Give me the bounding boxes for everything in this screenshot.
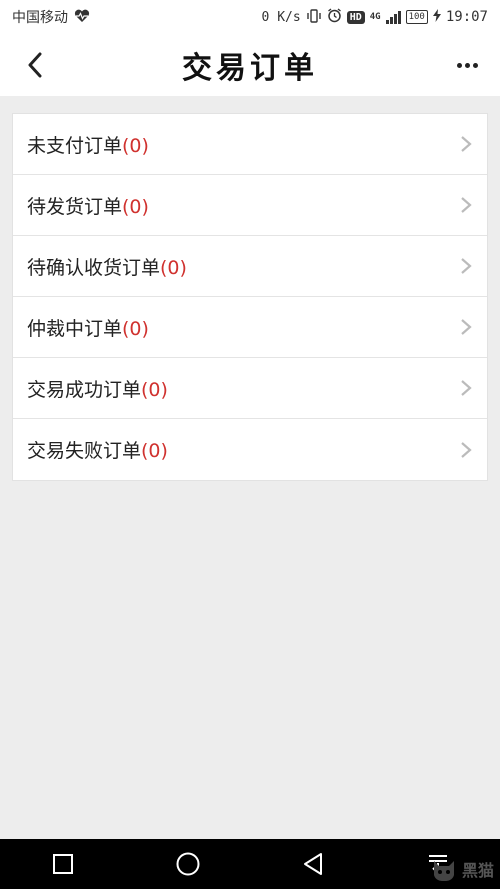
watermark-text: 黑猫 [461,861,494,880]
menu-item-failed[interactable]: 交易失败订单(0) [13,419,487,480]
chevron-left-icon [28,52,42,78]
heartbeat-icon [74,9,90,26]
menu-item-count: (0) [160,256,187,279]
menu-item-count: (0) [141,378,168,401]
more-button[interactable] [452,52,482,78]
order-menu-list: 未支付订单(0) 待发货订单(0) 待确认收货订单(0) 仲裁中订单(0) 交易… [12,113,488,481]
alarm-icon [327,8,342,26]
menu-item-count: (0) [141,440,168,462]
carrier-name: 中国移动 [12,10,68,26]
more-dot-icon [472,62,478,68]
chevron-right-icon [461,197,472,213]
menu-item-label: 交易成功订单 [27,378,142,401]
menu-item-text: 待确认收货订单(0) [27,253,187,280]
circle-home-icon [176,852,199,876]
chevron-right-icon [461,380,472,396]
menu-item-text: 交易失败订单(0) [27,436,168,463]
back-nav-button[interactable] [293,844,333,884]
chevron-right-icon [461,136,472,152]
menu-item-text: 交易成功订单(0) [27,375,168,402]
watermark: 黑猫 [430,855,494,883]
more-dot-icon [464,62,470,68]
menu-item-awaiting-receipt[interactable]: 待确认收货订单(0) [13,236,487,297]
menu-item-count: (0) [122,317,149,340]
more-dot-icon [456,62,462,68]
hd-badge: HD [346,10,365,24]
network-type: 4G [369,12,381,22]
charging-icon [432,9,441,25]
status-left: 中国移动 [12,7,90,27]
menu-item-count: (0) [122,195,149,218]
square-recents-icon [52,854,73,874]
menu-item-text: 仲裁中订单(0) [27,314,149,341]
net-speed: 0 K/s [261,9,301,25]
menu-item-successful[interactable]: 交易成功订单(0) [13,358,487,419]
menu-item-text: 未支付订单(0) [27,131,149,158]
menu-item-count: (0) [122,134,149,157]
menu-item-label: 待确认收货订单 [27,256,161,279]
menu-item-unpaid[interactable]: 未支付订单(0) [13,114,487,175]
back-button[interactable] [18,48,52,82]
page-title: 交易订单 [182,51,318,86]
recents-button[interactable] [43,844,83,884]
status-right: 0 K/s HD 4G 100 19:07 [262,8,488,26]
system-nav-bar [0,839,500,889]
menu-item-text: 待发货订单(0) [27,192,149,219]
menu-item-in-arbitration[interactable]: 仲裁中订单(0) [13,297,487,358]
header: 交易订单 [0,34,500,96]
chevron-right-icon [461,441,472,458]
chevron-right-icon [461,319,472,335]
cat-logo-icon [433,861,454,882]
menu-item-label: 未支付订单 [27,134,123,157]
menu-item-awaiting-shipment[interactable]: 待发货订单(0) [13,175,487,236]
menu-item-label: 待发货订单 [27,195,123,218]
triangle-back-icon [303,853,322,875]
menu-item-label: 仲裁中订单 [27,317,123,340]
vibrate-icon [306,8,322,26]
status-bar: 中国移动 0 K/s HD 4G 100 19:07 [0,0,500,34]
chevron-right-icon [461,258,472,274]
battery-level: 100 [408,12,425,22]
home-button[interactable] [168,844,208,884]
clock: 19:07 [445,9,488,25]
menu-item-label: 交易失败订单 [27,440,142,462]
signal-icon [385,10,401,24]
battery-icon: 100 [405,10,428,24]
